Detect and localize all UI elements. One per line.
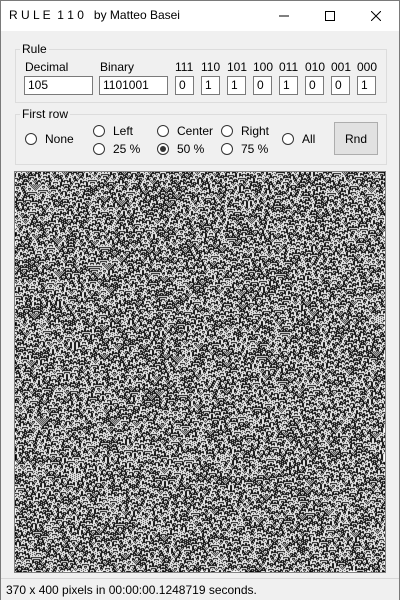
close-button[interactable]	[353, 1, 399, 31]
minimize-button[interactable]	[261, 1, 307, 31]
automaton-canvas	[15, 172, 385, 572]
pattern-label-001: 001	[331, 60, 352, 74]
pattern-input-100[interactable]: 0	[253, 76, 272, 95]
pattern-input-001[interactable]: 0	[331, 76, 350, 95]
radio-75-percent-label: 75 %	[241, 142, 269, 156]
title-bar[interactable]: R U L E 1 1 0 by Matteo Basei	[1, 1, 399, 31]
binary-input[interactable]: 1101001	[99, 76, 168, 95]
automaton-canvas-frame	[14, 171, 386, 573]
app-window: R U L E 1 1 0 by Matteo Basei Rule Decim…	[0, 0, 400, 600]
radio-25-percent-label: 25 %	[113, 142, 141, 156]
pattern-label-100: 100	[253, 60, 274, 74]
pattern-label-111: 111	[175, 60, 194, 74]
radio-none-indicator	[25, 133, 37, 145]
pattern-label-110: 110	[201, 60, 221, 74]
radio-left-label: Left	[113, 124, 134, 138]
close-icon	[371, 11, 381, 21]
decimal-input[interactable]: 105	[24, 76, 93, 95]
radio-right-label: Right	[241, 124, 270, 138]
radio-none-label: None	[45, 132, 74, 146]
radio-none[interactable]: None	[25, 132, 74, 146]
status-text: 370 x 400 pixels in 00:00:00.1248719 sec…	[6, 583, 257, 597]
pattern-input-011[interactable]: 1	[279, 76, 298, 95]
radio-50-percent[interactable]: 50 %	[157, 142, 204, 156]
radio-center-indicator	[157, 125, 169, 137]
radio-all-indicator	[282, 133, 294, 145]
radio-25-percent[interactable]: 25 %	[93, 142, 140, 156]
radio-all[interactable]: All	[282, 132, 315, 146]
pattern-input-101[interactable]: 1	[227, 76, 246, 95]
first-row-group-label: First row	[20, 107, 70, 121]
decimal-label: Decimal	[25, 60, 69, 74]
binary-label: Binary	[100, 60, 135, 74]
maximize-button[interactable]	[307, 1, 353, 31]
pattern-label-000: 000	[357, 60, 378, 74]
window-title: R U L E 1 1 0 by Matteo Basei	[9, 8, 180, 22]
radio-left-indicator	[93, 125, 105, 137]
pattern-input-110[interactable]: 1	[201, 76, 220, 95]
pattern-label-010: 010	[305, 60, 326, 74]
radio-left[interactable]: Left	[93, 124, 133, 138]
pattern-label-011: 011	[279, 60, 299, 74]
radio-all-label: All	[302, 132, 316, 146]
radio-50-percent-label: 50 %	[177, 142, 205, 156]
radio-75-percent-indicator	[221, 143, 233, 155]
radio-right[interactable]: Right	[221, 124, 269, 138]
maximize-icon	[325, 11, 335, 21]
radio-75-percent[interactable]: 75 %	[221, 142, 268, 156]
status-bar: 370 x 400 pixels in 00:00:00.1248719 sec…	[1, 578, 399, 600]
radio-50-percent-indicator	[157, 143, 169, 155]
radio-25-percent-indicator	[93, 143, 105, 155]
radio-right-indicator	[221, 125, 233, 137]
pattern-label-101: 101	[227, 60, 248, 74]
radio-center[interactable]: Center	[157, 124, 213, 138]
rnd-button[interactable]: Rnd	[334, 122, 378, 155]
pattern-input-000[interactable]: 1	[357, 76, 376, 95]
rnd-button-label: Rnd	[344, 131, 367, 146]
pattern-input-010[interactable]: 0	[305, 76, 324, 95]
minimize-icon	[279, 15, 289, 17]
rule-group-label: Rule	[20, 42, 49, 56]
radio-center-label: Center	[177, 124, 214, 138]
pattern-input-111[interactable]: 0	[175, 76, 194, 95]
